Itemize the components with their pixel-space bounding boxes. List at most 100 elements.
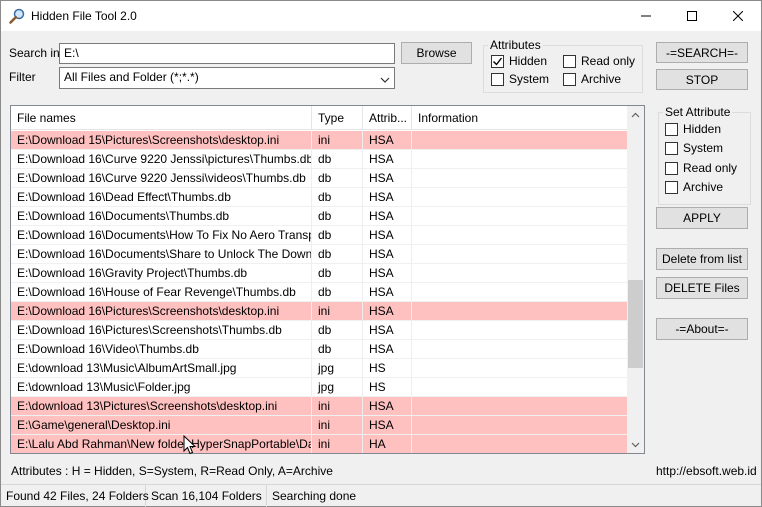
set-archive-label: Archive [683, 180, 724, 194]
filter-system-label: System [509, 72, 550, 86]
cell-information [412, 188, 628, 207]
window-title: Hidden File Tool 2.0 [31, 9, 137, 23]
checkbox-box [665, 141, 678, 155]
table-row[interactable]: E:\download 13\Music\AlbumArtSmall.jpg jp… [11, 359, 628, 378]
cell-type: db [312, 245, 363, 264]
cell-information [412, 416, 628, 435]
table-row[interactable]: E:\Download 16\Curve 9220 Jenssi\videos\… [11, 169, 628, 188]
scroll-down-arrow-icon[interactable] [627, 436, 644, 453]
browse-button-label: Browse [416, 46, 457, 60]
cell-attrib: HS [363, 378, 412, 397]
scroll-up-arrow-icon[interactable] [627, 106, 644, 123]
cell-information [412, 359, 628, 378]
status-state: Searching done [272, 489, 357, 503]
filter-select[interactable]: All Files and Folder (*;*.*) [59, 67, 395, 89]
filter-system-checkbox[interactable]: System [491, 72, 549, 86]
cell-type: db [312, 226, 363, 245]
column-header-information[interactable]: Information [412, 106, 628, 130]
about-button-label: -=About=- [675, 322, 729, 336]
vertical-scrollbar[interactable] [627, 106, 644, 453]
checkbox-box [563, 54, 576, 68]
website-link[interactable]: http://ebsoft.web.id [656, 464, 757, 478]
magnifier-icon [9, 8, 25, 24]
filter-archive-label: Archive [581, 72, 622, 86]
cell-type: db [312, 188, 363, 207]
file-list[interactable]: File names Type Attrib... Information E:… [10, 105, 645, 454]
checkbox-box [563, 72, 576, 86]
set-read-only-label: Read only [683, 161, 738, 175]
checkbox-box [491, 72, 504, 86]
cell-file-name: E:\download 13\Music\Folder.jpg [11, 378, 312, 397]
table-row[interactable]: E:\Download 16\Dead Effect\Thumbs.db db HS… [11, 188, 628, 207]
filter-hidden-checkbox[interactable]: Hidden [491, 54, 547, 68]
cell-attrib: HSA [363, 188, 412, 207]
cell-information [412, 321, 628, 340]
cell-attrib: HSA [363, 207, 412, 226]
cell-type: db [312, 150, 363, 169]
table-row[interactable]: E:\Download 16\Curve 9220 Jenssi\picture… [11, 150, 628, 169]
cell-file-name: E:\Download 16\Curve 9220 Jenssi\videos\… [11, 169, 312, 188]
set-system-checkbox[interactable]: System [665, 141, 723, 155]
filter-archive-checkbox[interactable]: Archive [563, 72, 621, 86]
cell-file-name: E:\download 13\Music\AlbumArtSmall.jpg [11, 359, 312, 378]
filter-value: All Files and Folder (*;*.*) [64, 70, 199, 84]
table-row[interactable]: E:\Lalu Abd Rahman\New folder\HyperSnapP… [11, 435, 628, 453]
cell-type: ini [312, 416, 363, 435]
cell-file-name: E:\download 13\Pictures\Screenshots\desk… [11, 397, 312, 416]
stop-button[interactable]: STOP [656, 69, 748, 90]
table-row[interactable]: E:\Download 16\Documents\How To Fix No A… [11, 226, 628, 245]
delete-from-list-button[interactable]: Delete from list [656, 248, 748, 270]
column-header-type[interactable]: Type [312, 106, 363, 130]
set-archive-checkbox[interactable]: Archive [665, 180, 723, 194]
search-path-input[interactable]: E:\ [59, 43, 395, 64]
cell-information [412, 207, 628, 226]
table-row[interactable]: E:\Download 16\Documents\Thumbs.db db HSA [11, 207, 628, 226]
attribute-legend: Attributes : H = Hidden, S=System, R=Rea… [11, 464, 333, 478]
table-row[interactable]: E:\Game\general\Desktop.ini ini HSA [11, 416, 628, 435]
cell-attrib: HSA [363, 340, 412, 359]
table-row[interactable]: E:\Download 16\Gravity Project\Thumbs.db… [11, 264, 628, 283]
minimize-button[interactable] [623, 1, 669, 31]
table-row[interactable]: E:\Download 16\Documents\Share to Unlock… [11, 245, 628, 264]
search-button-label: -=SEARCH=- [665, 45, 739, 60]
cell-file-name: E:\Game\general\Desktop.ini [11, 416, 312, 435]
table-row[interactable]: E:\Download 16\Video\Thumbs.db db HSA [11, 340, 628, 359]
search-path-value: E:\ [64, 46, 79, 60]
table-row[interactable]: E:\Download 15\Pictures\Screenshots\desk… [11, 131, 628, 150]
cell-type: db [312, 169, 363, 188]
about-button[interactable]: -=About=- [656, 318, 748, 340]
table-row[interactable]: E:\Download 16\Pictures\Screenshots\Thum… [11, 321, 628, 340]
maximize-icon [687, 11, 697, 21]
table-row[interactable]: E:\Download 16\Pictures\Screenshots\desk… [11, 302, 628, 321]
cell-information [412, 435, 628, 453]
table-row[interactable]: E:\download 13\Music\Folder.jpg jpg HS [11, 378, 628, 397]
set-hidden-checkbox[interactable]: Hidden [665, 122, 721, 136]
table-row[interactable]: E:\Download 16\House of Fear Revenge\Thu… [11, 283, 628, 302]
filter-label: Filter [9, 70, 36, 84]
cell-file-name: E:\Download 16\Documents\How To Fix No A… [11, 226, 312, 245]
apply-button-label: APPLY [683, 211, 721, 225]
cell-attrib: HSA [363, 397, 412, 416]
cell-file-name: E:\Download 16\Pictures\Screenshots\desk… [11, 302, 312, 321]
delete-files-button[interactable]: DELETE Files [656, 277, 748, 299]
filter-hidden-label: Hidden [509, 54, 548, 68]
browse-button[interactable]: Browse [401, 42, 472, 64]
column-header-attrib[interactable]: Attrib... [363, 106, 412, 130]
filter-read-only-checkbox[interactable]: Read only [563, 54, 635, 68]
cell-information [412, 397, 628, 416]
search-button[interactable]: -=SEARCH=- [656, 42, 748, 63]
column-header-file-names[interactable]: File names [11, 106, 312, 130]
table-row[interactable]: E:\download 13\Pictures\Screenshots\desk… [11, 397, 628, 416]
app-window: Hidden File Tool 2.0 Search in E:\ Brows… [0, 0, 762, 507]
set-read-only-checkbox[interactable]: Read only [665, 161, 737, 175]
cell-information [412, 302, 628, 321]
cell-type: db [312, 207, 363, 226]
cell-attrib: HSA [363, 283, 412, 302]
scrollbar-thumb[interactable] [628, 280, 643, 368]
cell-attrib: HSA [363, 416, 412, 435]
minimize-icon [641, 15, 651, 17]
apply-button[interactable]: APPLY [656, 207, 748, 229]
checkbox-box [665, 122, 678, 136]
close-button[interactable] [715, 1, 761, 31]
maximize-button[interactable] [669, 1, 715, 31]
